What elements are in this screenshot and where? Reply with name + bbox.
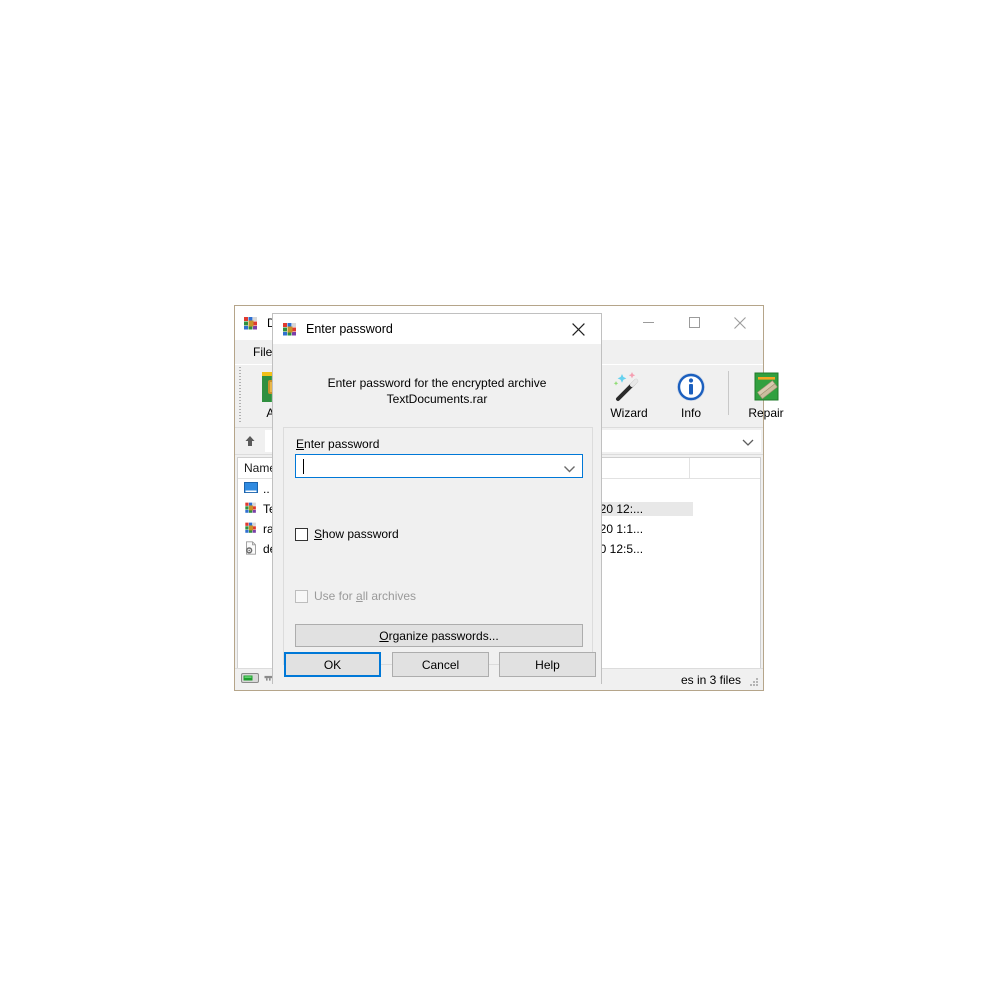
settings-file-icon [244,540,258,558]
password-input[interactable] [295,454,583,478]
text-caret [303,458,304,474]
resize-grip-icon[interactable] [749,677,760,688]
password-label-mnemonic: E [296,437,305,451]
rar-file-icon [244,521,258,537]
folder-up-icon [244,481,258,497]
file-modified-cell: 20 12:5... [593,542,644,556]
show-password-rest: how password [322,527,399,541]
password-label-rest: nter password [304,437,380,451]
chevron-down-icon[interactable] [563,461,576,479]
column-header-modified[interactable]: d [591,458,691,478]
dialog-message-line2: TextDocuments.rar [386,392,488,406]
toolbar-label-wizard: Wizard [610,406,648,420]
chevron-down-icon[interactable] [742,435,754,453]
info-circle-icon [660,369,722,405]
use-for-all-archives-label: Use for all archives [314,589,416,603]
file-modified-cell: 020 1:1... [593,522,644,536]
screen: D File [0,0,1000,1000]
dialog-footer: OK Cancel Help [273,645,601,685]
show-password-label: Show password [314,527,399,541]
close-icon[interactable] [717,306,763,339]
password-group-box: Enter password Show password Use for all… [283,427,593,665]
show-password-checkbox[interactable]: Show password [295,527,399,541]
use-for-all-archives-checkbox: Use for all archives [295,589,416,603]
dialog-titlebar[interactable]: Enter password [273,314,601,344]
checkbox-box [295,589,308,603]
organize-mnemonic: O [379,628,389,643]
column-header-extra[interactable] [690,458,760,478]
wizard-wand-icon [598,369,660,405]
use-all-mnemonic: a [356,589,363,603]
toolbar-button-info[interactable]: Info [660,365,722,420]
dialog-message: Enter password for the encrypted archive… [273,344,601,407]
organize-passwords-button[interactable]: Organize passwords... [295,624,583,647]
winrar-icon [243,315,259,331]
toolbar-label-repair: Repair [748,406,784,420]
organize-rest: rganize passwords... [388,628,499,643]
toolbar-button-wizard[interactable]: Wizard [598,365,660,420]
toolbar-grip[interactable] [237,367,244,423]
use-all-after: ll archives [362,589,417,603]
file-name-label: .. [263,482,270,496]
use-all-before: Use for [314,589,357,603]
file-modified-cell: 020 12:... [593,502,693,516]
password-field-label: Enter password [296,437,379,451]
close-icon[interactable] [556,314,601,344]
show-password-mnemonic: S [314,527,323,541]
drive-icon[interactable] [241,672,259,687]
dialog-title: Enter password [306,322,393,336]
repair-icon [735,369,797,405]
enter-password-dialog: Enter password Enter password for the en… [272,313,602,685]
help-button[interactable]: Help [499,652,596,677]
cancel-button[interactable]: Cancel [392,652,489,677]
ok-button[interactable]: OK [284,652,381,677]
arrow-up-icon[interactable] [235,434,265,448]
toolbar-button-repair[interactable]: Repair [735,365,797,420]
caption-button-group [625,306,763,339]
rar-file-icon [244,501,258,517]
minimize-icon[interactable] [625,306,671,339]
dialog-body: Enter password for the encrypted archive… [273,344,601,685]
dialog-message-line1: Enter password for the encrypted archive [327,376,547,390]
checkbox-box[interactable] [295,527,308,541]
organize-passwords-label: Organize passwords... [379,629,498,643]
maximize-icon[interactable] [671,306,717,339]
toolbar-separator [728,371,729,415]
toolbar-label-info: Info [680,406,701,420]
winrar-icon [282,321,298,337]
